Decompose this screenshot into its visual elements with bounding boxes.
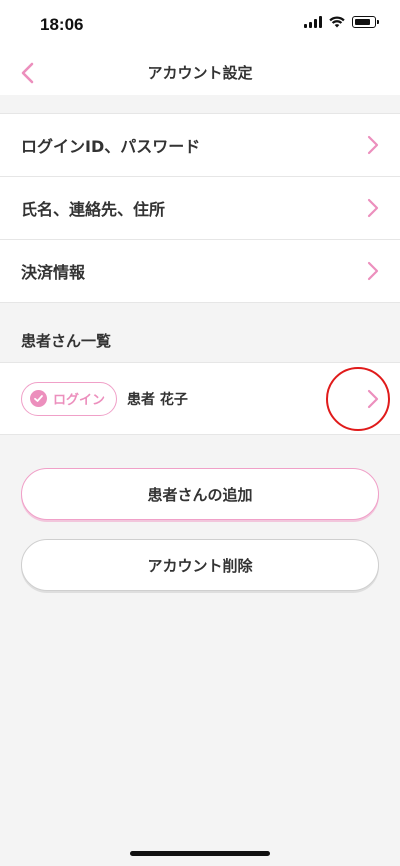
settings-item-payment[interactable]: 決済情報 [0, 240, 400, 303]
settings-item-login-password[interactable]: ログインID、パスワード [0, 114, 400, 177]
patients-section-title: 患者さん一覧 [21, 332, 112, 350]
chevron-right-icon [364, 134, 382, 156]
patient-list: ログイン 患者 花子 [0, 362, 400, 435]
status-bar: 18:06 [0, 0, 400, 50]
status-icons [304, 16, 379, 28]
login-badge[interactable]: ログイン [21, 381, 118, 416]
nav-bar: アカウント設定 [0, 50, 400, 95]
chevron-right-icon[interactable] [364, 388, 382, 410]
settings-item-label: 氏名、連絡先、住所 [21, 200, 166, 219]
wifi-icon [329, 16, 345, 28]
settings-item-label: ログインID、パスワード [21, 137, 201, 156]
patient-row[interactable]: ログイン 患者 花子 [0, 363, 400, 435]
chevron-right-icon [364, 260, 382, 282]
page-title: アカウント設定 [147, 64, 253, 82]
battery-icon [352, 16, 379, 28]
patient-name: 患者 花子 [127, 391, 188, 408]
delete-account-button[interactable]: アカウント削除 [21, 539, 379, 591]
check-icon [30, 390, 47, 407]
settings-item-label: 決済情報 [21, 263, 86, 282]
settings-list: ログインID、パスワード 氏名、連絡先、住所 決済情報 [0, 113, 400, 303]
signal-icon [304, 16, 322, 28]
login-badge-label: ログイン [53, 393, 106, 408]
settings-item-name-contact-address[interactable]: 氏名、連絡先、住所 [0, 177, 400, 240]
add-patient-button[interactable]: 患者さんの追加 [21, 468, 379, 520]
chevron-right-icon [364, 197, 382, 219]
status-time: 18:06 [40, 15, 84, 34]
home-indicator[interactable] [130, 851, 270, 856]
